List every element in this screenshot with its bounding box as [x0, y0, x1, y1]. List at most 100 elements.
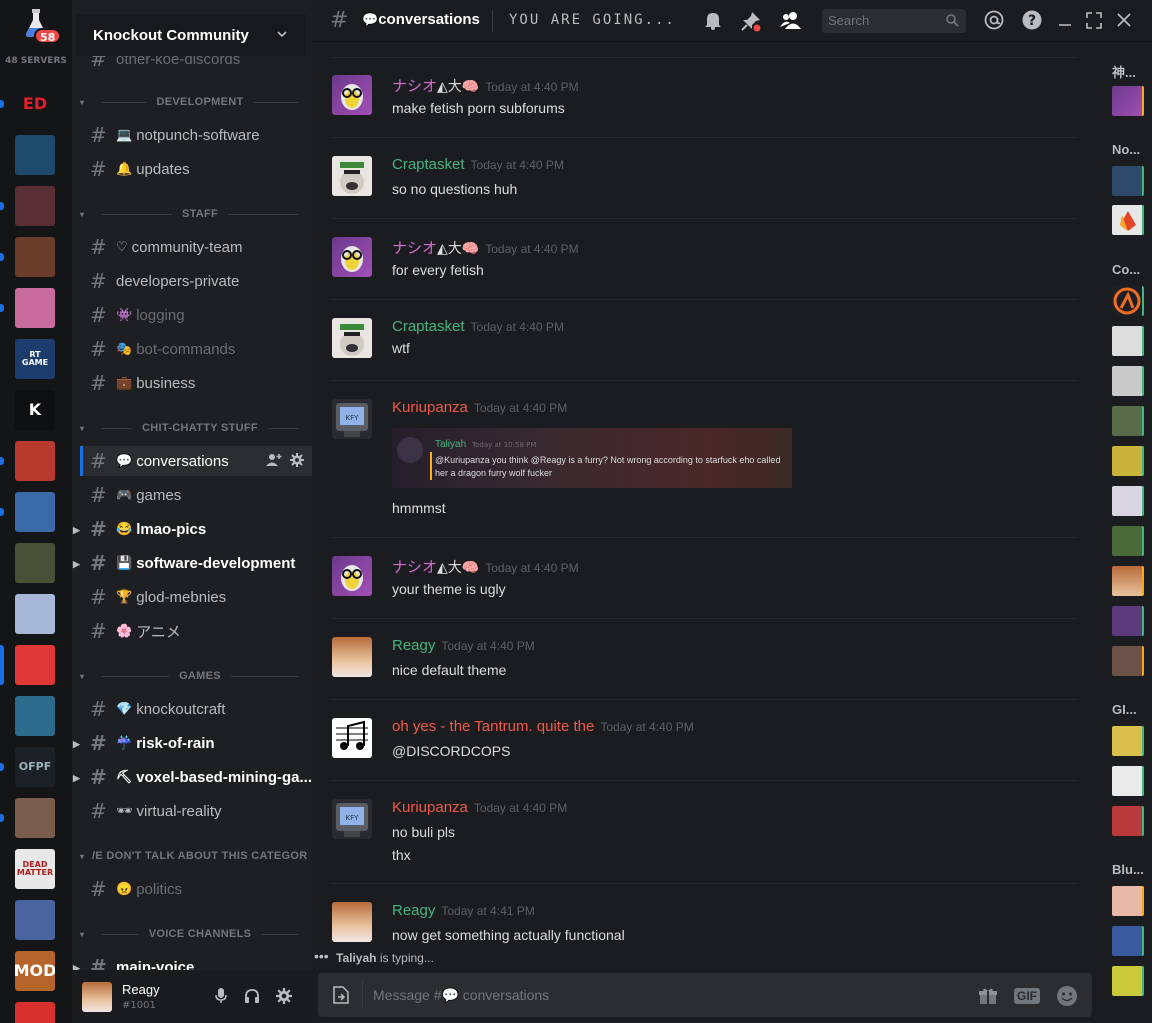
channel-logging[interactable]: # 👾 logging: [80, 300, 312, 330]
avatar[interactable]: [332, 237, 372, 277]
avatar[interactable]: [332, 902, 372, 942]
member-avatar[interactable]: [1112, 926, 1144, 956]
server-icon[interactable]: OFPF: [15, 747, 55, 787]
channel-voxel-based-mining[interactable]: ▶ # ⛏ voxel-based-mining-ga...: [73, 762, 312, 792]
message-author[interactable]: ナシオ: [392, 559, 437, 576]
channel-business[interactable]: # 💼 business: [80, 368, 312, 398]
channel-lmao-pics[interactable]: ▶ # 😂 lmao-pics: [73, 514, 312, 544]
member-avatar[interactable]: [1112, 886, 1144, 916]
member-avatar[interactable]: [1112, 726, 1144, 756]
channel-bot-commands[interactable]: # 🎭 bot-commands: [80, 334, 312, 364]
avatar[interactable]: [332, 156, 372, 196]
avatar[interactable]: [82, 982, 112, 1012]
message-author[interactable]: ナシオ: [392, 78, 437, 95]
close-icon[interactable]: [1116, 11, 1132, 31]
channel-notpunch-software[interactable]: # 💻 notpunch-software: [80, 120, 312, 150]
channel-updates[interactable]: # 🔔 updates: [80, 154, 312, 184]
avatar[interactable]: [332, 637, 372, 677]
member-avatar[interactable]: [1112, 966, 1144, 996]
message-input[interactable]: Message #💬 conversations: [373, 987, 549, 1004]
server-icon[interactable]: MOD: [15, 951, 55, 991]
gear-icon[interactable]: [290, 453, 304, 467]
gift-icon[interactable]: [978, 987, 998, 1005]
channel-glod-mebnies[interactable]: # 🏆 glod-mebnies: [80, 582, 312, 612]
server-icon[interactable]: [15, 492, 55, 532]
channel-anime[interactable]: # 🌸 アニメ: [80, 616, 312, 646]
member-avatar[interactable]: [1112, 286, 1144, 316]
member-avatar[interactable]: [1112, 166, 1144, 196]
message-composer[interactable]: Message #💬 conversations GIF: [318, 973, 1092, 1017]
avatar[interactable]: KFY: [332, 399, 372, 439]
message-author[interactable]: Reagy: [392, 637, 435, 654]
channel-software-development[interactable]: ▶ # 💾 software-development: [73, 548, 312, 578]
server-icon[interactable]: [15, 696, 55, 736]
category-staff[interactable]: ▾ STAFF: [80, 204, 308, 224]
avatar[interactable]: [332, 718, 372, 758]
server-icon[interactable]: [15, 645, 55, 685]
avatar[interactable]: [332, 556, 372, 596]
help-icon[interactable]: ?: [1022, 10, 1042, 30]
server-icon[interactable]: [15, 288, 55, 328]
emoji-icon[interactable]: [1056, 985, 1078, 1007]
member-avatar[interactable]: [1112, 205, 1144, 235]
pin-icon[interactable]: [740, 10, 762, 32]
category-chit-chatty[interactable]: ▾ CHIT-CHATTY STUFF: [80, 418, 308, 438]
server-icon[interactable]: [15, 186, 55, 226]
gear-icon[interactable]: [276, 988, 292, 1004]
channel-knockoutcraft[interactable]: # 💎 knockoutcraft: [80, 694, 312, 724]
server-icon[interactable]: [15, 543, 55, 583]
message-author[interactable]: Kuriupanza: [392, 799, 468, 816]
server-icon[interactable]: RT GAME: [15, 339, 55, 379]
member-avatar[interactable]: [1112, 406, 1144, 436]
server-icon[interactable]: [15, 1002, 55, 1023]
add-member-icon[interactable]: [266, 453, 282, 467]
bell-icon[interactable]: [704, 10, 722, 30]
server-icon[interactable]: DEAD MATTER: [15, 849, 55, 889]
category-development[interactable]: ▾ DEVELOPMENT: [80, 92, 308, 112]
message-author[interactable]: Kuriupanza: [392, 399, 468, 416]
server-icon[interactable]: [15, 594, 55, 634]
server-icon[interactable]: [15, 798, 55, 838]
home-button[interactable]: 58: [14, 6, 62, 46]
channel-games[interactable]: # 🎮 games: [80, 480, 312, 510]
upload-icon[interactable]: [332, 985, 350, 1005]
member-avatar[interactable]: [1112, 366, 1144, 396]
category-dont-talk[interactable]: ▾/E DON'T TALK ABOUT THIS CATEGOR: [80, 846, 308, 866]
member-avatar[interactable]: [1112, 806, 1144, 836]
channel-community-team[interactable]: # ♡ community-team: [80, 232, 312, 262]
avatar[interactable]: [332, 75, 372, 115]
message-author[interactable]: oh yes - the Tantrum. quite the: [392, 718, 594, 735]
member-avatar[interactable]: [1112, 86, 1144, 116]
message-author[interactable]: Craptasket: [392, 318, 465, 335]
channel-politics[interactable]: # 😠 politics: [80, 874, 312, 904]
category-games[interactable]: ▾ GAMES: [80, 666, 308, 686]
server-icon[interactable]: [15, 135, 55, 175]
member-list-icon[interactable]: [780, 10, 802, 30]
channel-risk-of-rain[interactable]: ▶ # ☔ risk-of-rain: [73, 728, 312, 758]
server-icon[interactable]: [15, 441, 55, 481]
member-avatar[interactable]: [1112, 486, 1144, 516]
member-avatar[interactable]: [1112, 526, 1144, 556]
server-icon[interactable]: ED: [15, 84, 55, 124]
member-avatar[interactable]: [1112, 326, 1144, 356]
channel-developers-private[interactable]: # developers-private: [80, 266, 312, 296]
channel-conversations[interactable]: # 💬 conversations: [80, 446, 312, 476]
mentions-icon[interactable]: [984, 10, 1004, 30]
member-avatar[interactable]: [1112, 566, 1144, 596]
message-author[interactable]: ナシオ: [392, 240, 437, 257]
guild-header[interactable]: Knockout Community: [76, 14, 306, 56]
avatar[interactable]: KFY: [332, 799, 372, 839]
server-icon[interactable]: K: [15, 390, 55, 430]
channel-virtual-reality[interactable]: # 🕶 virtual-reality: [80, 796, 312, 826]
message-author[interactable]: Craptasket: [392, 156, 465, 173]
image-attachment[interactable]: Taliyah Today at 10:58 PM @Kuriupanza yo…: [392, 428, 792, 488]
minimize-icon[interactable]: [1058, 11, 1072, 31]
category-voice[interactable]: ▾ VOICE CHANNELS: [80, 924, 308, 944]
message-author[interactable]: Reagy: [392, 902, 435, 919]
search-input[interactable]: Search: [822, 9, 966, 33]
server-icon[interactable]: [15, 237, 55, 277]
channel-topic[interactable]: YOU ARE GOING...: [509, 12, 676, 28]
member-avatar[interactable]: [1112, 646, 1144, 676]
maximize-icon[interactable]: [1086, 11, 1102, 31]
headphones-icon[interactable]: [244, 988, 260, 1004]
